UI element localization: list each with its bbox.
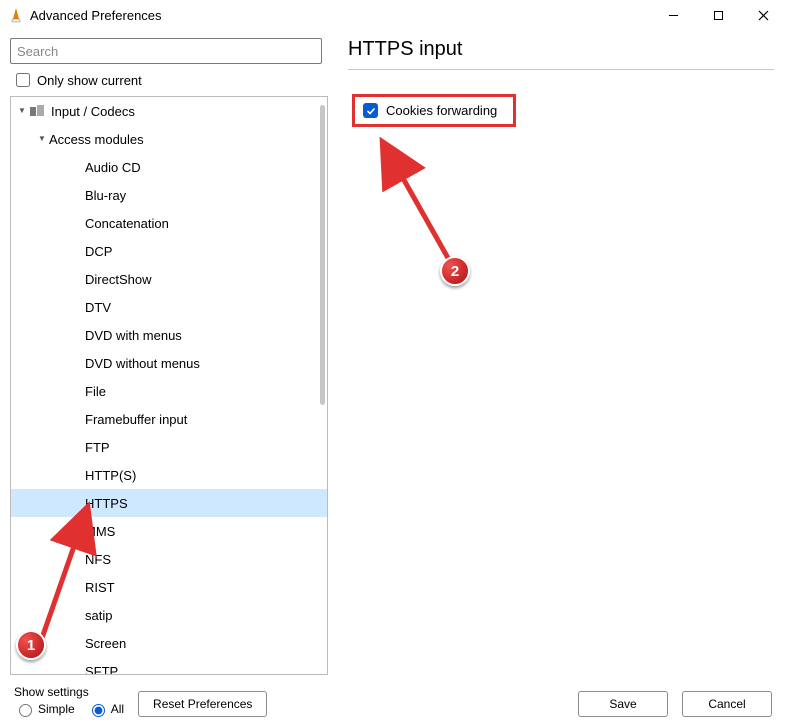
tree-item-label: Access modules [49, 132, 144, 147]
cancel-button[interactable]: Cancel [682, 691, 772, 717]
tree-item-label: NFS [85, 552, 111, 567]
tree-item-label: File [85, 384, 106, 399]
tree-item-label: DCP [85, 244, 112, 259]
tree-item-label: DTV [85, 300, 111, 315]
save-button[interactable]: Save [578, 691, 668, 717]
tree-item-dvd-without-menus[interactable]: DVD without menus [11, 349, 327, 377]
tree-item-ftp[interactable]: FTP [11, 433, 327, 461]
tree-item-label: DVD with menus [85, 328, 182, 343]
annotation-marker-2: 2 [440, 256, 470, 286]
tree-item-satip[interactable]: satip [11, 601, 327, 629]
only-show-current-label: Only show current [37, 73, 142, 88]
panel-heading: HTTPS input [348, 38, 774, 70]
tree-item-label: FTP [85, 440, 110, 455]
tree-item-https[interactable]: HTTPS [11, 489, 327, 517]
tree-item-framebuffer-input[interactable]: Framebuffer input [11, 405, 327, 433]
tree-node-access-modules[interactable]: Access modules [11, 125, 327, 153]
title-text: Advanced Preferences [30, 8, 162, 23]
tree-item-label: HTTP(S) [85, 468, 136, 483]
search-input[interactable] [10, 38, 322, 64]
tree-container: Input / Codecs Access modules Audio CD Blu-… [10, 96, 328, 675]
tree-item-label: DVD without menus [85, 356, 200, 371]
tree-item-label: RIST [85, 580, 115, 595]
mode-simple-label: Simple [38, 702, 75, 716]
tree-item-blu-ray[interactable]: Blu-ray [11, 181, 327, 209]
window-controls [651, 0, 786, 30]
maximize-button[interactable] [696, 0, 741, 30]
chevron-down-icon [35, 134, 49, 143]
titlebar: Advanced Preferences [0, 0, 786, 30]
tree-item-label: Concatenation [85, 216, 169, 231]
cookies-forwarding-label: Cookies forwarding [386, 103, 497, 118]
tree-item-mms[interactable]: MMS [11, 517, 327, 545]
tree-item-http-s-[interactable]: HTTP(S) [11, 461, 327, 489]
tree-item-label: DirectShow [85, 272, 151, 287]
cookies-forwarding-row[interactable]: Cookies forwarding [352, 94, 516, 127]
tree-item-label: satip [85, 608, 112, 623]
category-icon [29, 103, 45, 119]
cookies-forwarding-checkbox[interactable] [363, 103, 378, 118]
tree-root-input-codecs[interactable]: Input / Codecs [11, 97, 327, 125]
tree-item-screen[interactable]: Screen [11, 629, 327, 657]
tree-item-nfs[interactable]: NFS [11, 545, 327, 573]
tree-item-concatenation[interactable]: Concatenation [11, 209, 327, 237]
footer: Show settings Simple All Reset Preferenc… [0, 675, 786, 725]
minimize-button[interactable] [651, 0, 696, 30]
app-logo-icon [8, 7, 24, 23]
reset-preferences-button[interactable]: Reset Preferences [138, 691, 267, 717]
tree-item-label: Screen [85, 636, 126, 651]
chevron-down-icon [15, 106, 29, 115]
tree-item-label: Audio CD [85, 160, 141, 175]
tree-item-dtv[interactable]: DTV [11, 293, 327, 321]
mode-all-radio[interactable]: All [87, 701, 124, 717]
only-show-current-checkbox[interactable] [16, 73, 30, 87]
settings-panel: HTTPS input Cookies forwarding [332, 30, 786, 675]
tree-item-label: Input / Codecs [51, 104, 135, 119]
tree-item-label: Framebuffer input [85, 412, 187, 427]
mode-all-label: All [111, 702, 124, 716]
tree-scrollbar[interactable] [320, 105, 325, 405]
tree-item-label: Blu-ray [85, 188, 126, 203]
tree-item-label: HTTPS [85, 496, 128, 511]
only-show-current-row[interactable]: Only show current [12, 70, 332, 90]
sidebar: Only show current Input / Codecs Access m… [0, 30, 332, 675]
tree-item-dcp[interactable]: DCP [11, 237, 327, 265]
close-button[interactable] [741, 0, 786, 30]
tree-item-label: SFTP [85, 664, 118, 675]
tree-item-audio-cd[interactable]: Audio CD [11, 153, 327, 181]
tree-item-rist[interactable]: RIST [11, 573, 327, 601]
mode-simple-radio[interactable]: Simple [14, 701, 75, 717]
tree-item-sftp[interactable]: SFTP [11, 657, 327, 674]
annotation-marker-1: 1 [16, 630, 46, 660]
tree-item-file[interactable]: File [11, 377, 327, 405]
tree-item-label: MMS [85, 524, 115, 539]
tree-item-directshow[interactable]: DirectShow [11, 265, 327, 293]
tree-item-dvd-with-menus[interactable]: DVD with menus [11, 321, 327, 349]
show-settings-label: Show settings [14, 685, 124, 699]
